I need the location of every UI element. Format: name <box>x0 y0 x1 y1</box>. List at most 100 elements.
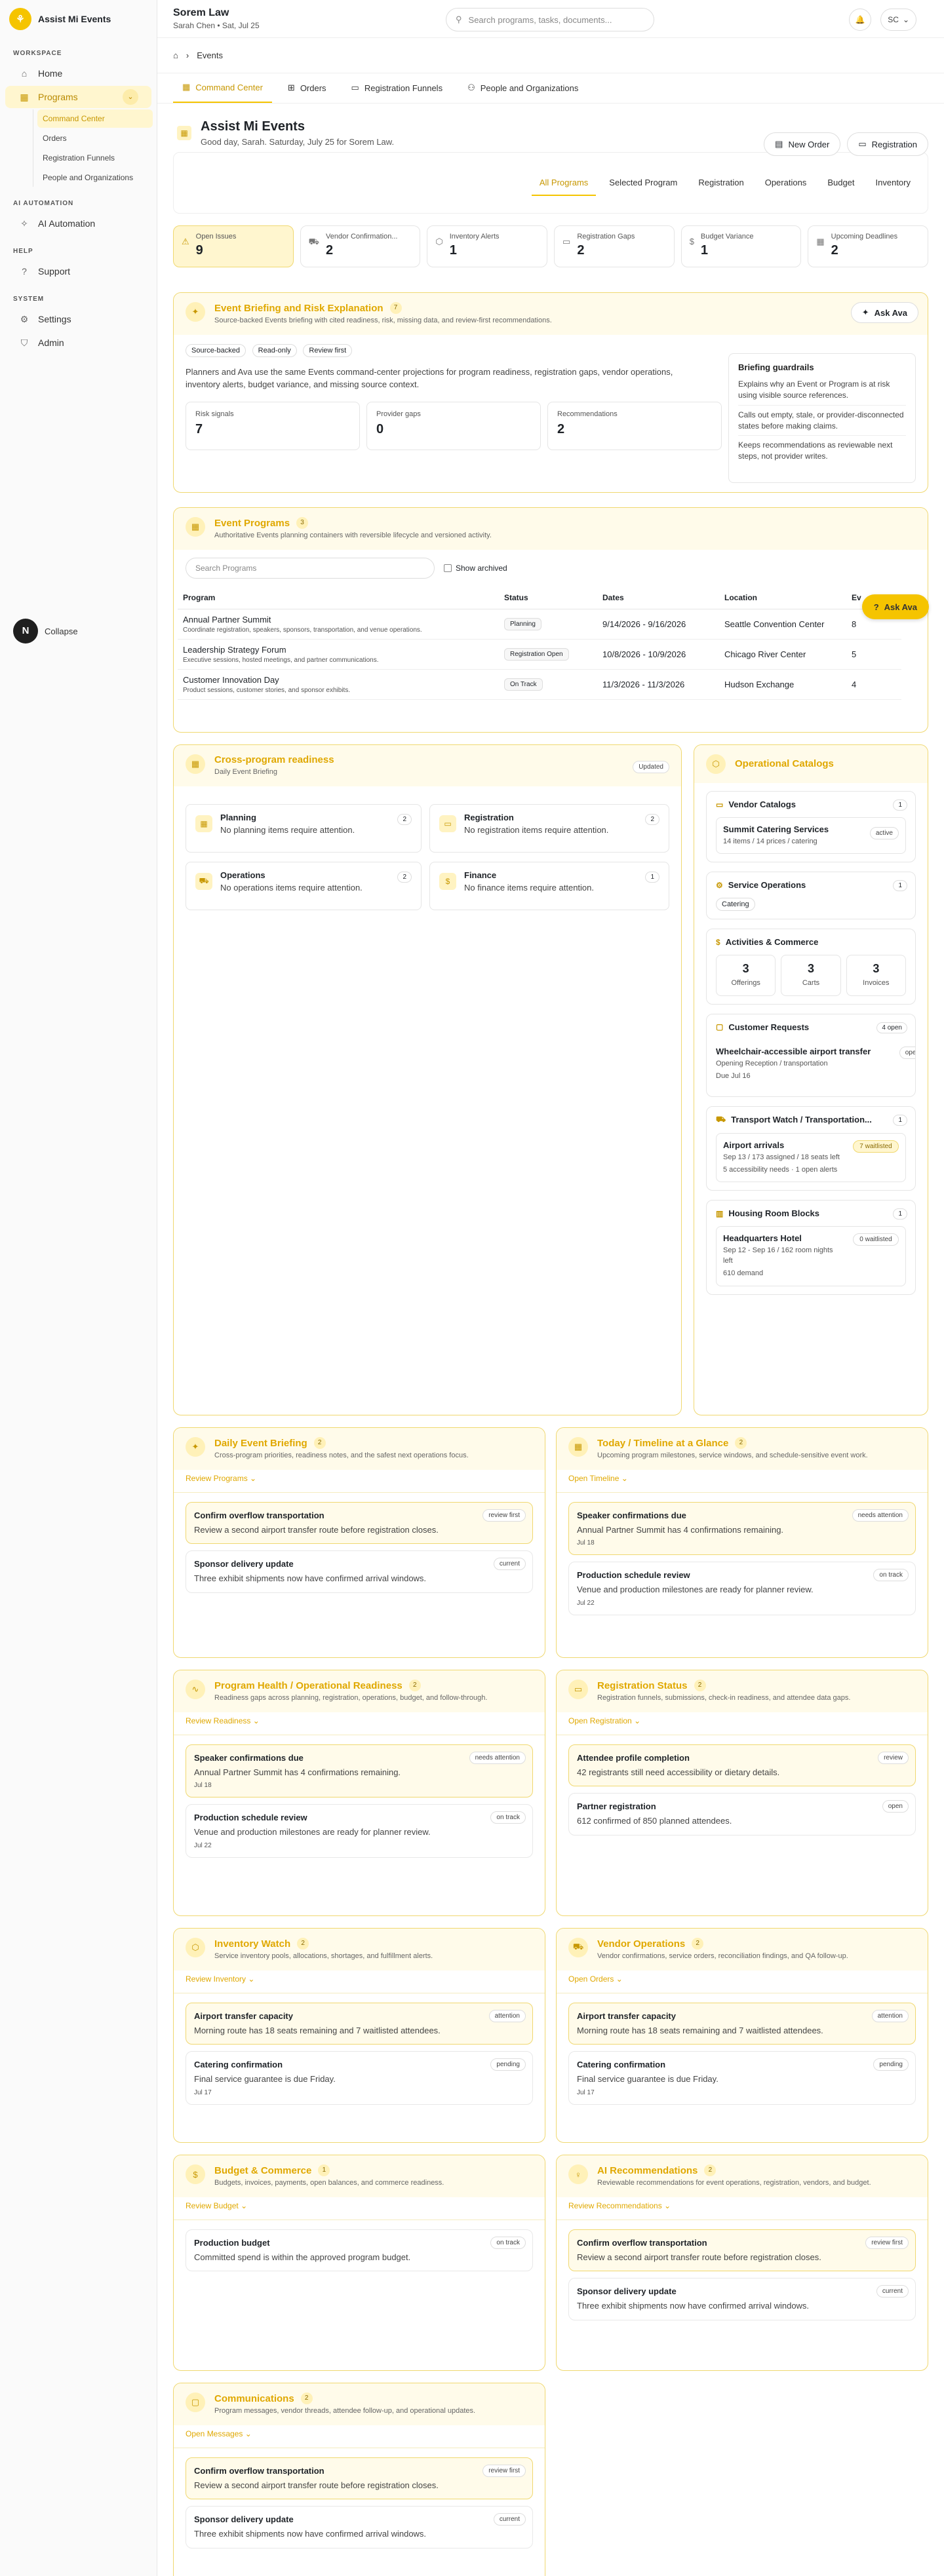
table-row[interactable]: Leadership Strategy Forum Executive sessi… <box>178 639 901 670</box>
panel-count: 2 <box>735 1437 747 1449</box>
filter-all-programs[interactable]: All Programs <box>531 170 597 196</box>
housing-item[interactable]: Headquarters Hotel Sep 12 - Sep 16 / 162 … <box>716 1226 906 1286</box>
programs-subnav: Command Center Orders Registration Funne… <box>33 109 157 187</box>
chevron-down-icon[interactable]: ⌄ <box>123 89 138 105</box>
panel-count: 2 <box>297 1938 309 1950</box>
list-item[interactable]: Confirm overflow transportation Review a… <box>186 2457 533 2500</box>
list-item[interactable]: Production schedule review Venue and pro… <box>568 1562 916 1615</box>
list-item[interactable]: Partner registration 612 confirmed of 85… <box>568 1793 916 1836</box>
panel-link[interactable]: Review Programs ⌄ <box>174 1470 545 1492</box>
tab-people-orgs[interactable]: ⚇ People and Organizations <box>458 73 587 103</box>
col-location: Location <box>719 586 846 609</box>
list-item[interactable]: Sponsor delivery update Three exhibit sh… <box>186 2506 533 2548</box>
list-item[interactable]: Catering confirmation Final service guar… <box>568 2051 916 2105</box>
list-item[interactable]: Airport transfer capacity Morning route … <box>186 2002 533 2045</box>
table-row[interactable]: Annual Partner Summit Coordinate registra… <box>178 609 901 640</box>
ask-ava-floating-button[interactable]: ? Ask Ava <box>861 594 929 619</box>
health-panel: ∿ Program Health / Operational Readiness… <box>173 1670 545 1916</box>
table-row[interactable]: Customer Innovation Day Product sessions,… <box>178 669 901 700</box>
chip-catering[interactable]: Catering <box>716 898 755 912</box>
brand[interactable]: ⚘ Assist Mi Events <box>0 0 157 38</box>
panel-link[interactable]: Open Registration ⌄ <box>557 1712 928 1735</box>
filter-inventory[interactable]: Inventory <box>868 170 918 196</box>
subnav-command-center[interactable]: Command Center <box>37 109 153 128</box>
list-item[interactable]: Sponsor delivery update Three exhibit sh… <box>568 2278 916 2320</box>
readiness-tile-planning[interactable]: ▦ Planning No planning items require atten… <box>186 804 422 853</box>
status-badge: On Track <box>504 678 543 691</box>
vendor-panel: ⛟ Vendor Operations 2 Vendor confirmation… <box>556 1928 928 2143</box>
sidebar-item-home[interactable]: ⌂ Home <box>5 62 151 85</box>
panel-title: AI Recommendations <box>597 2164 698 2176</box>
vendor-item[interactable]: Summit Catering Services 14 items / 14 pr… <box>716 817 906 855</box>
calendar-icon: ▦ <box>20 91 29 102</box>
panel-subtitle: Upcoming program milestones, service win… <box>597 1451 868 1459</box>
list-item[interactable]: Production budget Committed spend is wit… <box>186 2229 533 2272</box>
programs-search-input[interactable]: Search Programs <box>186 557 435 579</box>
registration-button[interactable]: ▭ Registration <box>847 132 928 156</box>
kpi-registration-gaps[interactable]: ▭ Registration Gaps 2 <box>554 225 675 267</box>
filter-registration[interactable]: Registration <box>690 170 751 196</box>
request-item[interactable]: Wheelchair-accessible airport transfer Op… <box>716 1040 915 1088</box>
kpi-row: ⚠ Open Issues 9 ⛟ Vendor Confirmation... 2 ⬡… <box>173 225 929 267</box>
subnav-registration-funnels[interactable]: Registration Funnels <box>37 149 153 167</box>
panel-link[interactable]: Open Timeline ⌄ <box>557 1470 928 1492</box>
panel-link[interactable]: Review Inventory ⌄ <box>174 1970 545 1993</box>
readiness-tile-operations[interactable]: ⛟ Operations No operations items require a… <box>186 862 422 910</box>
kpi-inventory-alerts[interactable]: ⬡ Inventory Alerts 1 <box>427 225 548 267</box>
panel-link[interactable]: Open Orders ⌄ <box>557 1970 928 1993</box>
panel-link[interactable]: Review Budget ⌄ <box>174 2197 545 2220</box>
kpi-open-issues[interactable]: ⚠ Open Issues 9 <box>173 225 294 267</box>
list-item[interactable]: Confirm overflow transportation Review a… <box>568 2229 916 2272</box>
filter-operations[interactable]: Operations <box>757 170 815 196</box>
list-item[interactable]: Production schedule review Venue and pro… <box>186 1804 533 1858</box>
collapse-button[interactable]: N Collapse <box>13 619 78 644</box>
list-item[interactable]: Confirm overflow transportation Review a… <box>186 1501 533 1545</box>
readiness-tile-finance[interactable]: $ Finance No finance items require attenti… <box>429 862 669 910</box>
filter-budget[interactable]: Budget <box>819 170 862 196</box>
filter-selected-program[interactable]: Selected Program <box>601 170 685 196</box>
programs-table: Program Status Dates Location Ev Annual … <box>178 586 901 700</box>
list-item[interactable]: Speaker confirmations due Annual Partner… <box>186 1744 533 1798</box>
subnav-orders[interactable]: Orders <box>37 129 153 147</box>
waitlisted-badge: 0 waitlisted <box>853 1233 899 1246</box>
list-item[interactable]: Airport transfer capacity Morning route … <box>568 2002 916 2045</box>
panel-title: Today / Timeline at a Glance <box>597 1437 729 1449</box>
list-item[interactable]: Attendee profile completion 42 registran… <box>568 1744 916 1787</box>
list-item[interactable]: Speaker confirmations due Annual Partner… <box>568 1501 916 1556</box>
list-item[interactable]: Catering confirmation Final service guar… <box>186 2051 533 2105</box>
checkbox[interactable] <box>444 564 452 572</box>
transport-item[interactable]: Airport arrivals Sep 13 / 173 assigned / … <box>716 1132 906 1183</box>
kpi-upcoming-deadlines[interactable]: ▦ Upcoming Deadlines 2 <box>808 225 929 267</box>
panel-count: 2 <box>313 1437 326 1449</box>
tab-registration-funnels[interactable]: ▭ Registration Funnels <box>342 73 452 103</box>
sidebar-item-programs[interactable]: ▦ Programs ⌄ <box>5 86 151 108</box>
programs-count: 3 <box>296 517 309 529</box>
global-search[interactable]: ⚲ Search programs, tasks, documents... <box>446 8 654 31</box>
list-item[interactable]: Sponsor delivery update Three exhibit sh… <box>186 1550 533 1593</box>
tab-orders[interactable]: ⊞ Orders <box>279 73 336 103</box>
subnav-people-orgs[interactable]: People and Organizations <box>37 168 153 187</box>
people-icon: ⚇ <box>467 83 475 92</box>
grid-icon: ▦ <box>177 126 191 140</box>
search-input[interactable]: Search programs, tasks, documents... <box>469 15 612 25</box>
kpi-budget-variance[interactable]: $ Budget Variance 1 <box>680 225 802 267</box>
panel-link[interactable]: Open Messages ⌄ <box>174 2425 545 2448</box>
ask-ava-button[interactable]: ✦ Ask Ava <box>850 302 918 323</box>
sidebar-item-settings[interactable]: ⚙ Settings <box>5 308 151 330</box>
show-archived-toggle[interactable]: Show archived <box>444 564 507 573</box>
avatar[interactable]: SC ⌄ <box>880 9 916 31</box>
new-order-button[interactable]: ▤ New Order <box>764 132 841 156</box>
kpi-vendor-confirmations[interactable]: ⛟ Vendor Confirmation... 2 <box>300 225 421 267</box>
bell-icon[interactable]: 🔔 <box>849 9 872 31</box>
panel-link[interactable]: Review Recommendations ⌄ <box>557 2197 928 2220</box>
home-icon[interactable]: ⌂ <box>173 50 178 60</box>
readiness-tile-registration[interactable]: ▭ Registration No registration items requi… <box>429 804 669 853</box>
sidebar-item-support[interactable]: ? Support <box>5 260 151 282</box>
panel-count: 2 <box>408 1680 421 1691</box>
tab-command-center[interactable]: ▦ Command Center <box>173 73 272 103</box>
sidebar-item-admin[interactable]: ⛉ Admin <box>5 332 151 354</box>
nav-section-workspace: WORKSPACE <box>13 50 62 57</box>
sidebar-item-ai-automation[interactable]: ✧ AI Automation <box>5 212 151 235</box>
sparkle-icon: ✦ <box>186 302 205 322</box>
panel-link[interactable]: Review Readiness ⌄ <box>174 1712 545 1735</box>
